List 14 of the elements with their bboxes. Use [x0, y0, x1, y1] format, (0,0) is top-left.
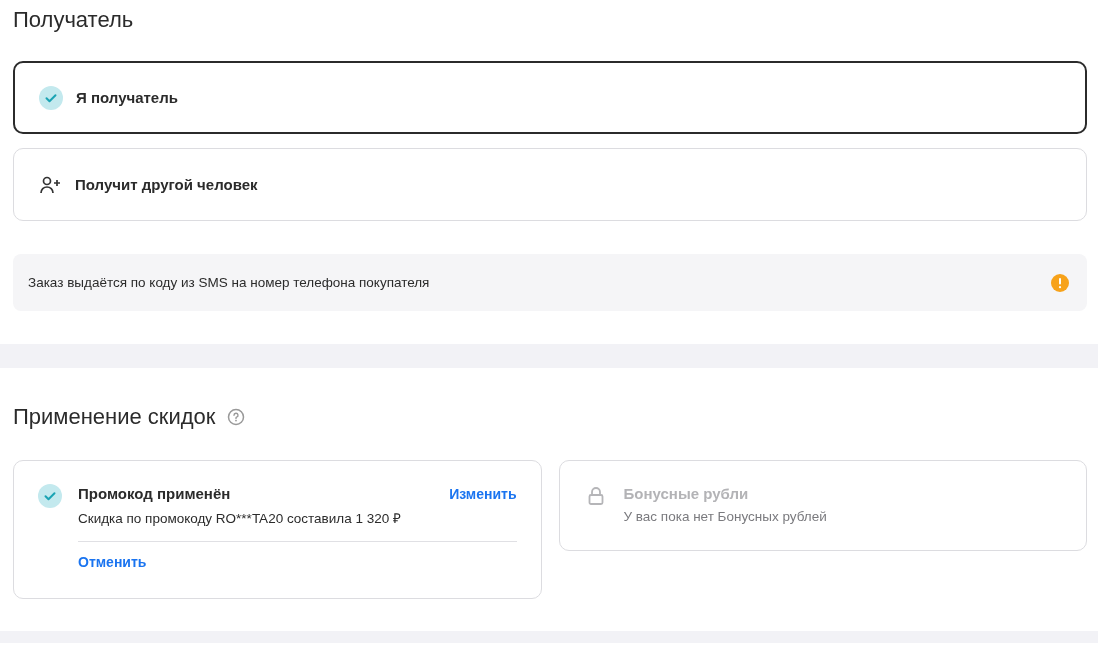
section-title: Применение скидок [13, 404, 216, 430]
check-icon [39, 85, 63, 110]
help-icon[interactable] [227, 408, 246, 426]
recipient-option[interactable]: Получит другой человек [13, 148, 1087, 221]
change-link[interactable]: Изменить [449, 484, 517, 504]
recipient-option[interactable]: Я получатель [13, 61, 1087, 134]
cancel-link[interactable]: Отменить [78, 552, 517, 572]
bonus-title: Бонусные рубли [623, 484, 750, 504]
info-text: Заказ выдаётся по коду из SMS на номер телефона покупателя [28, 275, 430, 290]
section-title: Получатель [13, 6, 135, 33]
promo-title: Промокод применён [78, 484, 231, 504]
warning-icon [1051, 273, 1069, 292]
bonus-description: У вас пока нет Бонусных рублей [623, 509, 828, 524]
promo-description: Скидка по промокоду RO***TA20 составила 1 320 ₽ [78, 510, 402, 527]
